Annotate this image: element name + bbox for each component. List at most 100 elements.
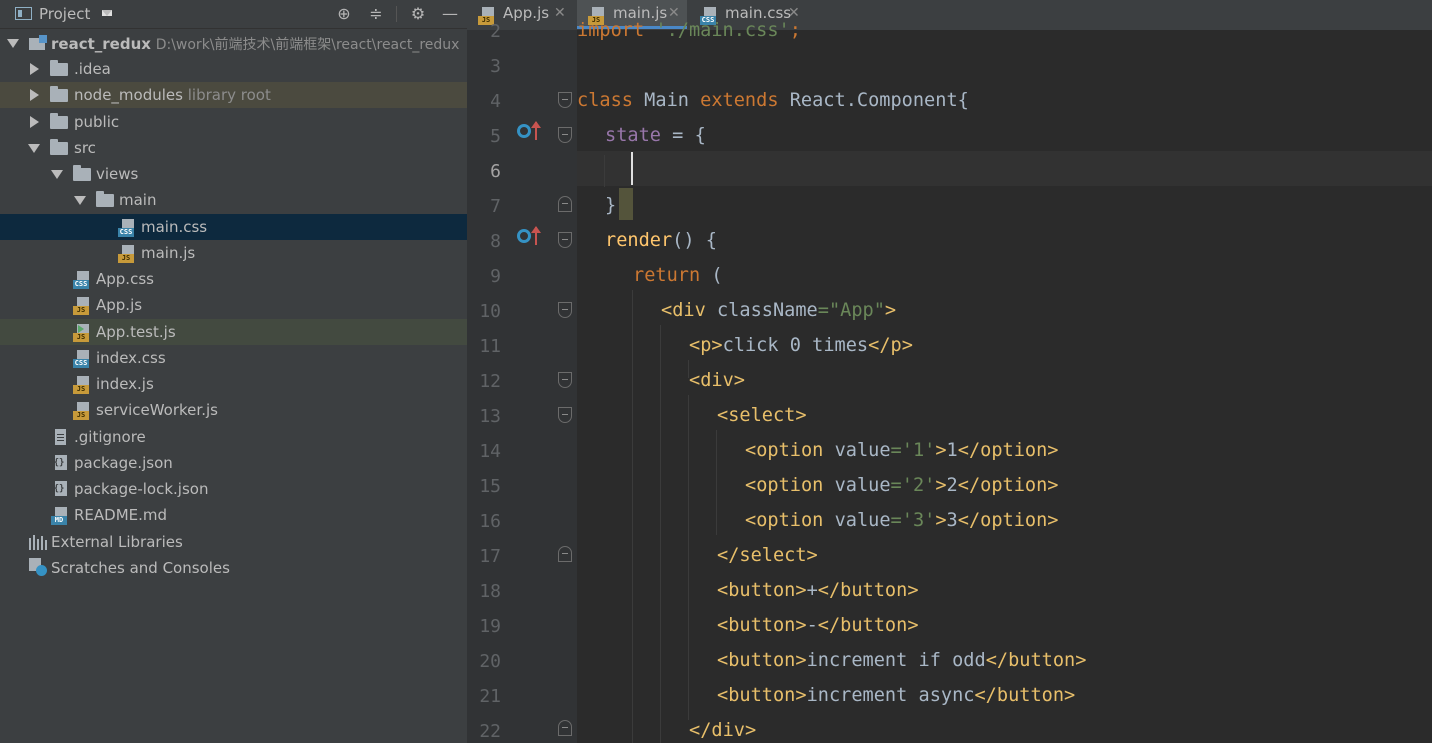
close-icon[interactable]: ✕ xyxy=(554,5,566,21)
tree-item-label: .gitignore xyxy=(74,428,146,446)
css-file-icon: CSS xyxy=(73,350,91,368)
line-number: 13 xyxy=(479,406,501,427)
code-line[interactable]: <button>increment if odd</button> xyxy=(717,650,1086,671)
expand-arrow-icon[interactable] xyxy=(30,89,39,101)
tree-item-main-js[interactable]: JS main.js xyxy=(0,240,467,266)
line-number: 10 xyxy=(479,301,501,322)
fold-icon[interactable] xyxy=(558,127,572,143)
code-line[interactable]: state = { xyxy=(605,125,706,146)
project-panel: Project ⊕ ≑ ⚙ — react_redux D:\work\前端技术… xyxy=(0,0,467,743)
tree-item-scratches[interactable]: Scratches and Consoles xyxy=(0,555,467,581)
fold-icon[interactable] xyxy=(558,232,572,248)
js-file-icon: JS xyxy=(73,376,91,394)
code-line[interactable]: import './main.css'; xyxy=(577,20,801,41)
code-line[interactable]: render() { xyxy=(605,230,717,251)
expand-arrow-icon[interactable] xyxy=(74,196,86,205)
libraries-icon xyxy=(29,534,47,550)
project-icon xyxy=(15,7,32,20)
fold-icon[interactable] xyxy=(558,720,572,736)
code-line[interactable]: <option value='3'>3</option> xyxy=(745,510,1059,531)
code-line[interactable]: return ( xyxy=(633,265,723,286)
tree-item-label: .idea xyxy=(74,60,111,78)
line-number: 4 xyxy=(490,91,501,112)
tree-item-external-libraries[interactable]: External Libraries xyxy=(0,529,467,555)
fold-icon[interactable] xyxy=(558,372,572,388)
json-file-icon: {} xyxy=(51,455,69,471)
folder-icon xyxy=(73,165,91,182)
tree-item-label: index.js xyxy=(96,375,154,393)
minimize-icon[interactable]: — xyxy=(440,4,460,24)
library-root-hint: library root xyxy=(187,86,271,104)
tree-item-src[interactable]: src xyxy=(0,135,467,161)
expand-arrow-icon[interactable] xyxy=(7,39,19,48)
line-number: 3 xyxy=(490,56,501,77)
code-line[interactable]: <option value='2'>2</option> xyxy=(745,475,1059,496)
tree-item-app-css[interactable]: CSS App.css xyxy=(0,266,467,292)
tree-item-label: index.css xyxy=(96,349,166,367)
project-panel-title[interactable]: Project xyxy=(39,5,90,23)
close-icon[interactable]: ✕ xyxy=(668,5,680,21)
json-file-icon: {} xyxy=(51,481,69,497)
fold-icon[interactable] xyxy=(558,302,572,318)
tree-item-app-js[interactable]: JS App.js xyxy=(0,292,467,318)
js-file-icon: JS xyxy=(118,245,136,263)
tree-item-idea[interactable]: .idea xyxy=(0,56,467,82)
tree-item-app-test-js[interactable]: JS App.test.js xyxy=(0,319,467,345)
css-file-icon: CSS xyxy=(118,219,136,237)
tree-item-service-worker-js[interactable]: JS serviceWorker.js xyxy=(0,397,467,423)
override-method-icon[interactable] xyxy=(517,121,543,142)
tree-item-label: package.json xyxy=(74,454,173,472)
fold-icon[interactable] xyxy=(558,196,572,212)
tree-item-label: App.js xyxy=(96,296,143,314)
indent-guide xyxy=(688,395,689,720)
tree-item-views[interactable]: views xyxy=(0,161,467,187)
tree-item-main-css[interactable]: CSS main.css xyxy=(0,214,467,240)
scratches-icon xyxy=(29,558,47,576)
expand-arrow-icon[interactable] xyxy=(30,63,39,75)
code-line[interactable]: <button>-</button> xyxy=(717,615,919,636)
folder-icon xyxy=(50,139,68,156)
code-line[interactable]: <button>+</button> xyxy=(717,580,919,601)
fold-icon[interactable] xyxy=(558,546,572,562)
code-line[interactable]: class Main extends React.Component{ xyxy=(577,90,969,111)
line-number: 18 xyxy=(479,581,501,602)
line-number: 6 xyxy=(490,161,501,182)
code-line[interactable]: <div> xyxy=(689,370,745,391)
tree-item-package-lock-json[interactable]: {} package-lock.json xyxy=(0,476,467,502)
locate-icon[interactable]: ⊕ xyxy=(334,4,354,24)
code-line[interactable]: <div className="App"> xyxy=(661,300,896,321)
line-number: 15 xyxy=(479,476,501,497)
expand-arrow-icon[interactable] xyxy=(28,144,40,153)
folder-icon xyxy=(96,191,114,208)
tree-item-label: App.test.js xyxy=(96,323,176,341)
fold-icon[interactable] xyxy=(558,92,572,108)
code-line[interactable]: <option value='1'>1</option> xyxy=(745,440,1059,461)
expand-arrow-icon[interactable] xyxy=(51,170,63,179)
close-icon[interactable]: ✕ xyxy=(788,5,800,21)
tree-item-index-css[interactable]: CSS index.css xyxy=(0,345,467,371)
code-line[interactable]: </select> xyxy=(717,545,818,566)
override-method-icon[interactable] xyxy=(517,226,543,247)
line-number: 11 xyxy=(479,336,501,357)
collapse-all-icon[interactable]: ≑ xyxy=(366,4,386,24)
chevron-down-icon[interactable] xyxy=(102,10,112,16)
tree-item-public[interactable]: public xyxy=(0,109,467,135)
gear-icon[interactable]: ⚙ xyxy=(408,4,428,24)
tree-item-react-redux[interactable]: react_redux D:\work\前端技术\前端框架\react\reac… xyxy=(0,30,467,56)
code-line[interactable]: <select> xyxy=(717,405,807,426)
code-line[interactable]: </div> xyxy=(689,720,756,741)
tree-item-label: package-lock.json xyxy=(74,480,209,498)
tree-item-gitignore[interactable]: .gitignore xyxy=(0,424,467,450)
expand-arrow-icon[interactable] xyxy=(30,116,39,128)
code-line[interactable]: <p>click 0 times</p> xyxy=(689,335,913,356)
css-file-icon: CSS xyxy=(73,271,91,289)
tree-item-package-json[interactable]: {} package.json xyxy=(0,450,467,476)
tree-item-index-js[interactable]: JS index.js xyxy=(0,371,467,397)
tree-item-main[interactable]: main xyxy=(0,187,467,213)
fold-icon[interactable] xyxy=(558,407,572,423)
tree-item-node-modules[interactable]: node_modules library root xyxy=(0,82,467,108)
code-line[interactable]: <button>increment async</button> xyxy=(717,685,1075,706)
code-line[interactable]: } xyxy=(605,195,616,216)
indent-guide xyxy=(604,155,605,187)
tree-item-readme-md[interactable]: MD README.md xyxy=(0,502,467,528)
